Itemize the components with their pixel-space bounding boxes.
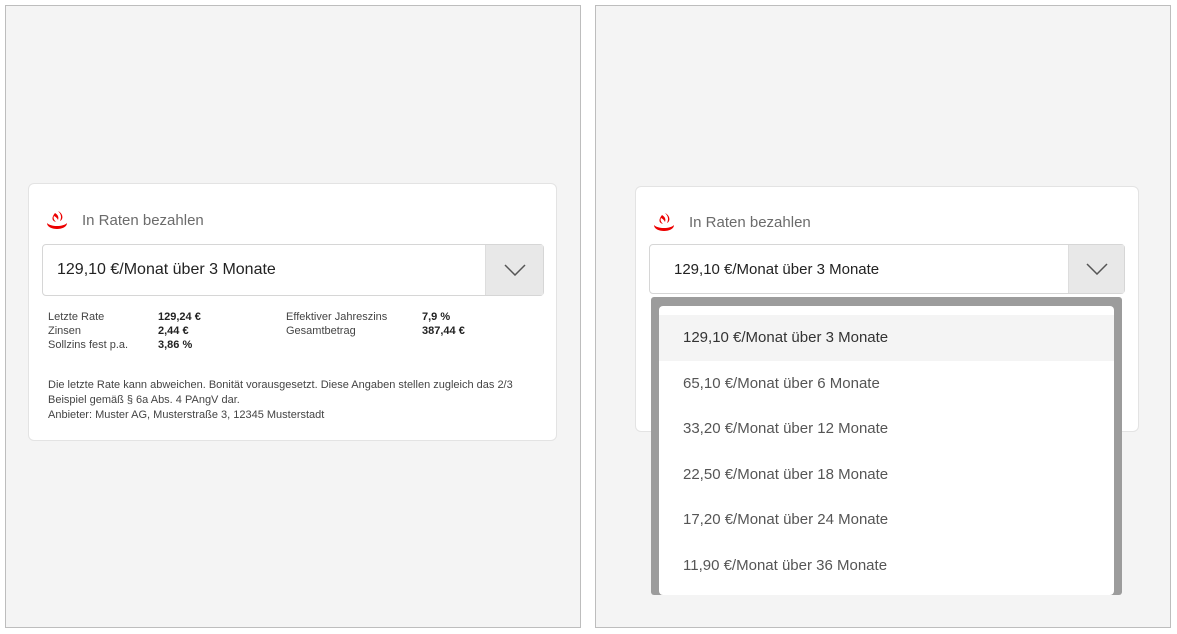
gesamtbetrag-label: Gesamtbetrag <box>286 325 356 337</box>
disclaimer-text: Die letzte Rate kann abweichen. Bonität … <box>48 379 513 406</box>
letzte-rate-value: 129,24 € <box>158 311 201 323</box>
dropdown-option-3-months[interactable]: 129,10 €/Monat über 3 Monate <box>659 315 1114 361</box>
gesamtbetrag-value: 387,44 € <box>422 325 465 337</box>
selected-installment[interactable]: 129,10 €/Monat über 3 Monate <box>650 245 1068 293</box>
santander-flame-icon <box>46 210 68 230</box>
zinsen-value: 2,44 € <box>158 325 189 337</box>
expanded-state-panel: In Raten bezahlen 129,10 €/Monat über 3 … <box>595 5 1171 628</box>
dropdown-option-6-months[interactable]: 65,10 €/Monat über 6 Monate <box>659 361 1114 407</box>
santander-flame-icon <box>653 212 675 232</box>
sollzins-label: Sollzins fest p.a. <box>48 339 129 351</box>
chevron-down-icon <box>1085 263 1108 275</box>
sollzins-value: 3,86 % <box>158 339 193 351</box>
card-title: In Raten bezahlen <box>82 211 204 229</box>
chevron-down-icon <box>503 264 526 276</box>
card-header: In Raten bezahlen <box>46 210 204 230</box>
provider-text: Anbieter: Muster AG, Musterstraße 3, 123… <box>48 409 325 421</box>
dropdown-toggle-button[interactable] <box>485 245 543 295</box>
collapsed-state-panel: In Raten bezahlen 129,10 €/Monat über 3 … <box>5 5 581 628</box>
installment-dropdown-menu: 129,10 €/Monat über 3 Monate 65,10 €/Mon… <box>651 297 1122 595</box>
dropdown-option-12-months[interactable]: 33,20 €/Monat über 12 Monate <box>659 406 1114 452</box>
effektiver-jahreszins-value: 7,9 % <box>422 311 451 323</box>
card-header: In Raten bezahlen <box>653 212 811 232</box>
legal-disclaimer: Die letzte Rate kann abweichen. Bonität … <box>48 378 544 423</box>
installment-card: In Raten bezahlen 129,10 €/Monat über 3 … <box>28 183 557 441</box>
card-title: In Raten bezahlen <box>689 213 811 231</box>
dropdown-options-list: 129,10 €/Monat über 3 Monate 65,10 €/Mon… <box>659 306 1114 595</box>
zinsen-label: Zinsen <box>48 325 82 337</box>
dropdown-option-24-months[interactable]: 17,20 €/Monat über 24 Monate <box>659 497 1114 543</box>
installment-select[interactable]: 129,10 €/Monat über 3 Monate <box>42 244 544 296</box>
installment-select[interactable]: 129,10 €/Monat über 3 Monate <box>649 244 1125 294</box>
dropdown-option-18-months[interactable]: 22,50 €/Monat über 18 Monate <box>659 452 1114 498</box>
effektiver-jahreszins-label: Effektiver Jahreszins <box>286 311 388 323</box>
dropdown-toggle-button[interactable] <box>1068 245 1124 293</box>
dropdown-option-36-months[interactable]: 11,90 €/Monat über 36 Monate <box>659 543 1114 589</box>
letzte-rate-label: Letzte Rate <box>48 311 105 323</box>
loan-details: Letzte Rate 129,24 € Effektiver Jahreszi… <box>48 311 482 351</box>
selected-installment[interactable]: 129,10 €/Monat über 3 Monate <box>43 245 485 295</box>
